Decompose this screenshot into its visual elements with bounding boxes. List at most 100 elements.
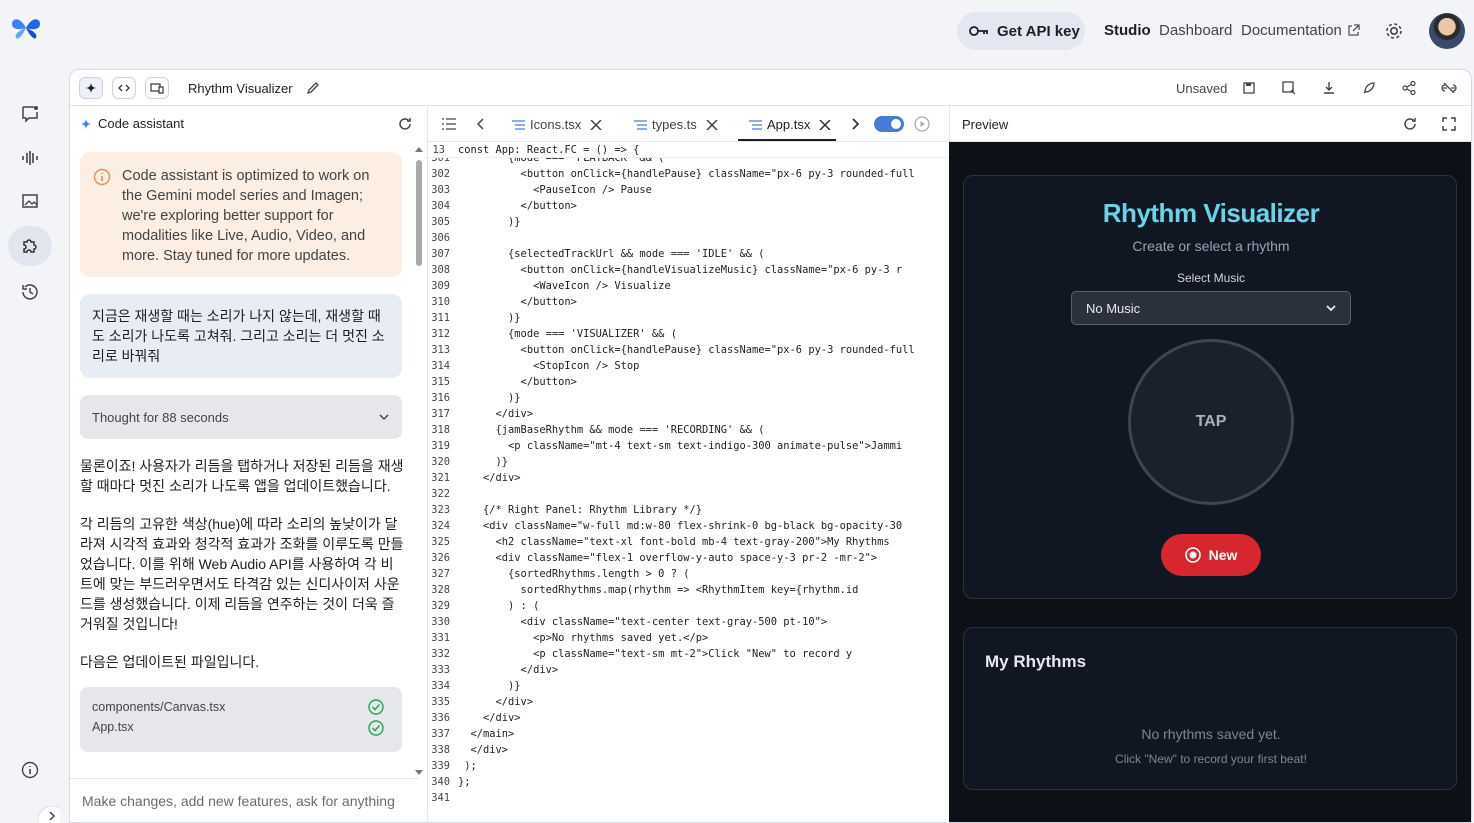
code-line: <div className="flex-1 overflow-y-auto s… [458,552,878,564]
tap-pad[interactable]: TAP [1128,339,1294,505]
deploy-rocket-icon[interactable] [1361,80,1377,96]
line-number: 341 [431,792,450,804]
user-message: 지금은 재생할 때는 소리가 나지 않는데, 재생할 때도 소리가 나도록 고쳐… [80,294,402,378]
updated-file-item[interactable]: App.tsx [92,717,390,737]
updated-file-item[interactable]: components/Canvas.tsx [92,697,390,717]
get-api-key-button[interactable]: Get API key [957,12,1085,50]
line-number: 328 [431,584,450,596]
tab-label: App.tsx [767,117,811,132]
file-lines-icon [749,119,762,130]
workspace-toolbar: Rhythm Visualizer Unsaved [70,70,1471,106]
autorun-toggle[interactable] [874,116,904,132]
line-number: 321 [431,472,450,484]
share-icon[interactable] [1401,80,1417,96]
left-rail [0,62,60,823]
save-copy-icon[interactable] [1281,80,1297,96]
close-icon[interactable] [702,119,718,130]
assistant-notice: Code assistant is optimized to work on t… [80,152,402,277]
save-status: Unsaved [1176,81,1228,96]
reply-paragraph: 물론이죠! 사용자가 리듬을 탭하거나 저장된 리듬을 재생할 때마다 멋진 소… [80,458,404,494]
code-line: )} [458,680,521,692]
tab-app-tsx[interactable]: App.tsx [749,117,831,132]
code-line: <WaveIcon /> Visualize [458,280,671,292]
code-line: <h2 className="text-xl font-bold mb-4 te… [458,536,890,548]
nav-dashboard[interactable]: Dashboard [1159,22,1232,39]
line-number: 339 [431,760,450,772]
code-line: </div> [458,744,509,756]
record-icon [1184,547,1201,563]
nav-documentation[interactable]: Documentation [1241,22,1360,39]
updated-files-card: components/Canvas.tsx App.tsx [80,687,402,752]
rail-build-button[interactable] [8,226,52,266]
line-number: 333 [431,664,450,676]
info-icon [21,761,39,779]
chevron-right-icon[interactable] [851,118,859,130]
refresh-icon[interactable] [397,116,413,132]
file-lines-icon [634,119,647,130]
code-line: )} [458,392,521,404]
rail-info-button[interactable] [8,750,52,790]
user-avatar[interactable] [1429,13,1465,49]
code-line: sortedRhythms.map(rhythm => <RhythmItem … [458,584,859,596]
download-icon[interactable] [1321,80,1337,96]
code-line: ); [458,760,477,772]
line-number: 324 [431,520,450,532]
visualizer-card: Rhythm Visualizer Create or select a rhy… [963,175,1457,599]
gear-icon[interactable] [1383,20,1405,42]
code-editor: Icons.tsx types.ts App.tsx 301 {mode ===… [428,106,949,822]
new-rhythm-button[interactable]: New [1161,534,1261,576]
empty-state-title: No rhythms saved yet. [1141,726,1281,742]
code-line: {sortedRhythms.length > 0 ? ( [458,568,690,580]
chat-icon [22,106,38,123]
play-circle-icon[interactable] [914,116,930,132]
rail-stream-button[interactable] [8,138,52,178]
chevron-left-icon[interactable] [477,118,485,130]
music-select[interactable]: No Music [1071,291,1351,325]
code-assistant-header: Code assistant [80,116,184,131]
code-line: </button> [458,376,577,388]
close-icon[interactable] [815,119,831,130]
file-list-icon[interactable] [442,118,456,130]
line-number: 335 [431,696,450,708]
tab-icons-tsx[interactable]: Icons.tsx [512,117,602,132]
line-number: 336 [431,712,450,724]
music-select-value: No Music [1086,300,1141,316]
link-off-icon[interactable] [1441,80,1457,96]
code-assistant-title: Code assistant [98,116,184,131]
assistant-toggle-button[interactable] [79,77,103,99]
code-area[interactable]: 301 {mode === 'PLAYBACK' && (302 <button… [428,142,949,822]
rail-media-button[interactable] [8,182,52,222]
code-line: {jamBaseRhythm && mode === 'RECORDING' &… [458,424,765,436]
prompt-input[interactable]: Make changes, add new features, ask for … [70,778,418,822]
assistant-scrollbar[interactable] [414,146,424,776]
app-title: Rhythm Visualizer [1102,198,1320,228]
library-title: My Rhythms [985,652,1087,671]
expand-sidebar-icon[interactable] [38,806,60,823]
line-number: 330 [431,616,450,628]
line-number: 332 [431,648,450,660]
line-number: 338 [431,744,450,756]
pencil-icon[interactable] [305,80,321,96]
rail-chat-button[interactable] [8,94,52,134]
new-button-label: New [1208,547,1238,563]
check-circle-icon [368,699,384,715]
app-logo-icon[interactable] [10,14,42,44]
code-line: <PauseIcon /> Pause [458,184,652,196]
refresh-icon[interactable] [1402,116,1418,132]
line-number: 325 [431,536,450,548]
rail-history-button[interactable] [8,272,52,312]
code-view-button[interactable] [112,77,136,99]
thought-label: Thought for 88 seconds [92,409,229,425]
chevron-down-icon [379,414,389,421]
code-line: )} [458,456,509,468]
thought-toggle[interactable]: Thought for 88 seconds [80,395,402,439]
fullscreen-icon[interactable] [1441,116,1457,132]
save-icon[interactable] [1241,80,1257,96]
nav-studio[interactable]: Studio [1104,22,1151,39]
tab-types-ts[interactable]: types.ts [634,117,718,132]
code-line: <div className="text-center text-gray-50… [458,616,828,628]
close-icon[interactable] [586,119,602,130]
info-icon [93,168,111,186]
project-title: Rhythm Visualizer [188,81,293,96]
device-view-button[interactable] [145,77,169,99]
